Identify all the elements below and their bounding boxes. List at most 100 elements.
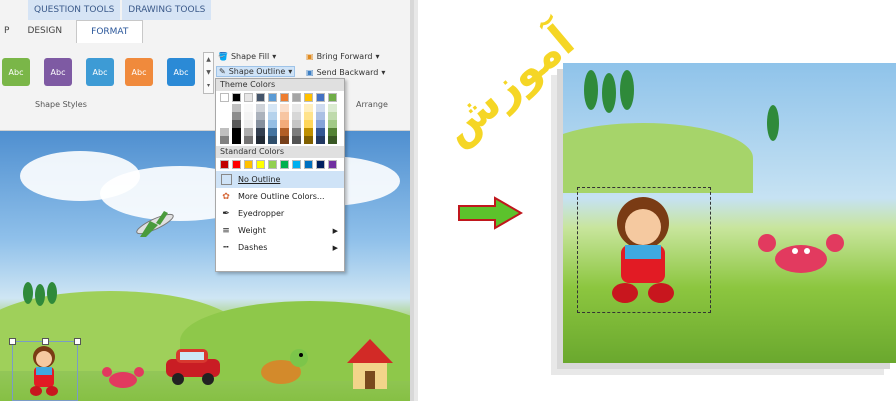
tab-p[interactable]: P — [0, 20, 13, 42]
color-swatch[interactable] — [220, 136, 229, 144]
color-swatch[interactable] — [256, 160, 265, 169]
menu-item-more-outline-colors[interactable]: ✿ More Outline Colors... — [216, 188, 344, 205]
color-swatch[interactable] — [280, 136, 289, 144]
color-swatch[interactable] — [268, 112, 277, 120]
menu-item-weight[interactable]: ≡ Weight ▶ — [216, 222, 344, 239]
color-swatch[interactable] — [244, 93, 253, 102]
color-swatch[interactable] — [232, 136, 241, 144]
tab-question-tools[interactable]: QUESTION TOOLS — [28, 0, 121, 20]
color-swatch[interactable] — [220, 120, 229, 128]
color-swatch[interactable] — [244, 104, 253, 112]
color-swatch[interactable] — [232, 120, 241, 128]
color-swatch[interactable] — [316, 112, 325, 120]
color-swatch[interactable] — [268, 120, 277, 128]
color-swatch[interactable] — [244, 160, 253, 169]
color-swatch[interactable] — [244, 120, 253, 128]
menu-item-eyedropper[interactable]: ✒ Eyedropper — [216, 205, 344, 222]
tab-drawing-tools[interactable]: DRAWING TOOLS — [122, 0, 212, 20]
color-swatch[interactable] — [280, 112, 289, 120]
color-swatch[interactable] — [280, 160, 289, 169]
color-swatch[interactable] — [304, 104, 313, 112]
color-swatch[interactable] — [280, 120, 289, 128]
color-swatch[interactable] — [316, 136, 325, 144]
color-swatch[interactable] — [256, 128, 265, 136]
shape-style-purple[interactable]: Abc — [44, 58, 72, 86]
color-swatch[interactable] — [292, 128, 301, 136]
color-swatch[interactable] — [292, 120, 301, 128]
doll-icon[interactable] — [22, 343, 66, 398]
shape-style-orange[interactable]: Abc — [125, 58, 153, 86]
color-swatch[interactable] — [316, 120, 325, 128]
crab-icon[interactable] — [755, 231, 847, 281]
color-swatch[interactable] — [268, 93, 277, 102]
color-swatch[interactable] — [232, 93, 241, 102]
slide-canvas[interactable] — [0, 131, 410, 401]
turtle-icon[interactable] — [255, 346, 311, 388]
color-swatch[interactable] — [316, 160, 325, 169]
color-swatch[interactable] — [292, 104, 301, 112]
shape-outline-button[interactable]: ✎ Shape Outline ▾ — [216, 66, 296, 77]
color-swatch[interactable] — [268, 128, 277, 136]
menu-item-no-outline[interactable]: No Outline — [216, 171, 344, 188]
color-swatch[interactable] — [220, 104, 229, 112]
menu-item-dashes[interactable]: ┅ Dashes ▶ — [216, 239, 344, 256]
color-swatch[interactable] — [304, 136, 313, 144]
color-swatch[interactable] — [220, 128, 229, 136]
color-swatch[interactable] — [256, 112, 265, 120]
color-swatch[interactable] — [328, 112, 337, 120]
color-swatch[interactable] — [244, 128, 253, 136]
color-swatch[interactable] — [268, 104, 277, 112]
crab-icon[interactable] — [100, 366, 146, 391]
color-swatch[interactable] — [280, 104, 289, 112]
color-swatch[interactable] — [232, 128, 241, 136]
shape-style-darkblue[interactable]: Abc — [167, 58, 195, 86]
color-swatch[interactable] — [220, 93, 229, 102]
house-icon[interactable] — [345, 337, 395, 393]
color-swatch[interactable] — [280, 93, 289, 102]
color-swatch[interactable] — [244, 112, 253, 120]
color-swatch[interactable] — [316, 93, 325, 102]
color-swatch[interactable] — [304, 112, 313, 120]
color-swatch[interactable] — [328, 160, 337, 169]
color-swatch[interactable] — [220, 112, 229, 120]
color-swatch[interactable] — [268, 136, 277, 144]
color-swatch[interactable] — [304, 160, 313, 169]
shape-fill-button[interactable]: 🪣 Shape Fill ▾ — [218, 52, 276, 61]
color-swatch[interactable] — [328, 104, 337, 112]
resize-handle[interactable] — [9, 338, 16, 345]
color-swatch[interactable] — [304, 93, 313, 102]
shape-style-blue[interactable]: Abc — [86, 58, 114, 86]
color-swatch[interactable] — [244, 136, 253, 144]
tab-format[interactable]: FORMAT — [76, 20, 144, 43]
color-swatch[interactable] — [256, 136, 265, 144]
color-swatch[interactable] — [292, 93, 301, 102]
color-swatch[interactable] — [232, 104, 241, 112]
styles-scroll[interactable]: ▲ ▼ ▾ — [203, 52, 214, 94]
color-swatch[interactable] — [280, 128, 289, 136]
color-swatch[interactable] — [304, 128, 313, 136]
color-swatch[interactable] — [292, 160, 301, 169]
bring-forward-button[interactable]: ▣ Bring Forward ▾ — [306, 52, 379, 61]
color-swatch[interactable] — [292, 136, 301, 144]
car-icon[interactable] — [162, 343, 224, 387]
shape-style-green[interactable]: Abc — [2, 58, 30, 86]
airplane-icon[interactable] — [130, 209, 180, 239]
color-swatch[interactable] — [256, 93, 265, 102]
color-swatch[interactable] — [268, 160, 277, 169]
color-swatch[interactable] — [256, 104, 265, 112]
color-swatch[interactable] — [316, 104, 325, 112]
color-swatch[interactable] — [316, 128, 325, 136]
resize-handle[interactable] — [74, 338, 81, 345]
color-swatch[interactable] — [328, 93, 337, 102]
color-swatch[interactable] — [256, 120, 265, 128]
send-backward-button[interactable]: ▣ Send Backward ▾ — [306, 68, 385, 77]
tab-design[interactable]: DESIGN — [13, 20, 76, 42]
color-swatch[interactable] — [328, 136, 337, 144]
color-swatch[interactable] — [232, 160, 241, 169]
color-swatch[interactable] — [328, 128, 337, 136]
color-swatch[interactable] — [220, 160, 229, 169]
color-swatch[interactable] — [292, 112, 301, 120]
color-swatch[interactable] — [232, 112, 241, 120]
color-swatch[interactable] — [304, 120, 313, 128]
doll-icon[interactable] — [593, 193, 693, 308]
